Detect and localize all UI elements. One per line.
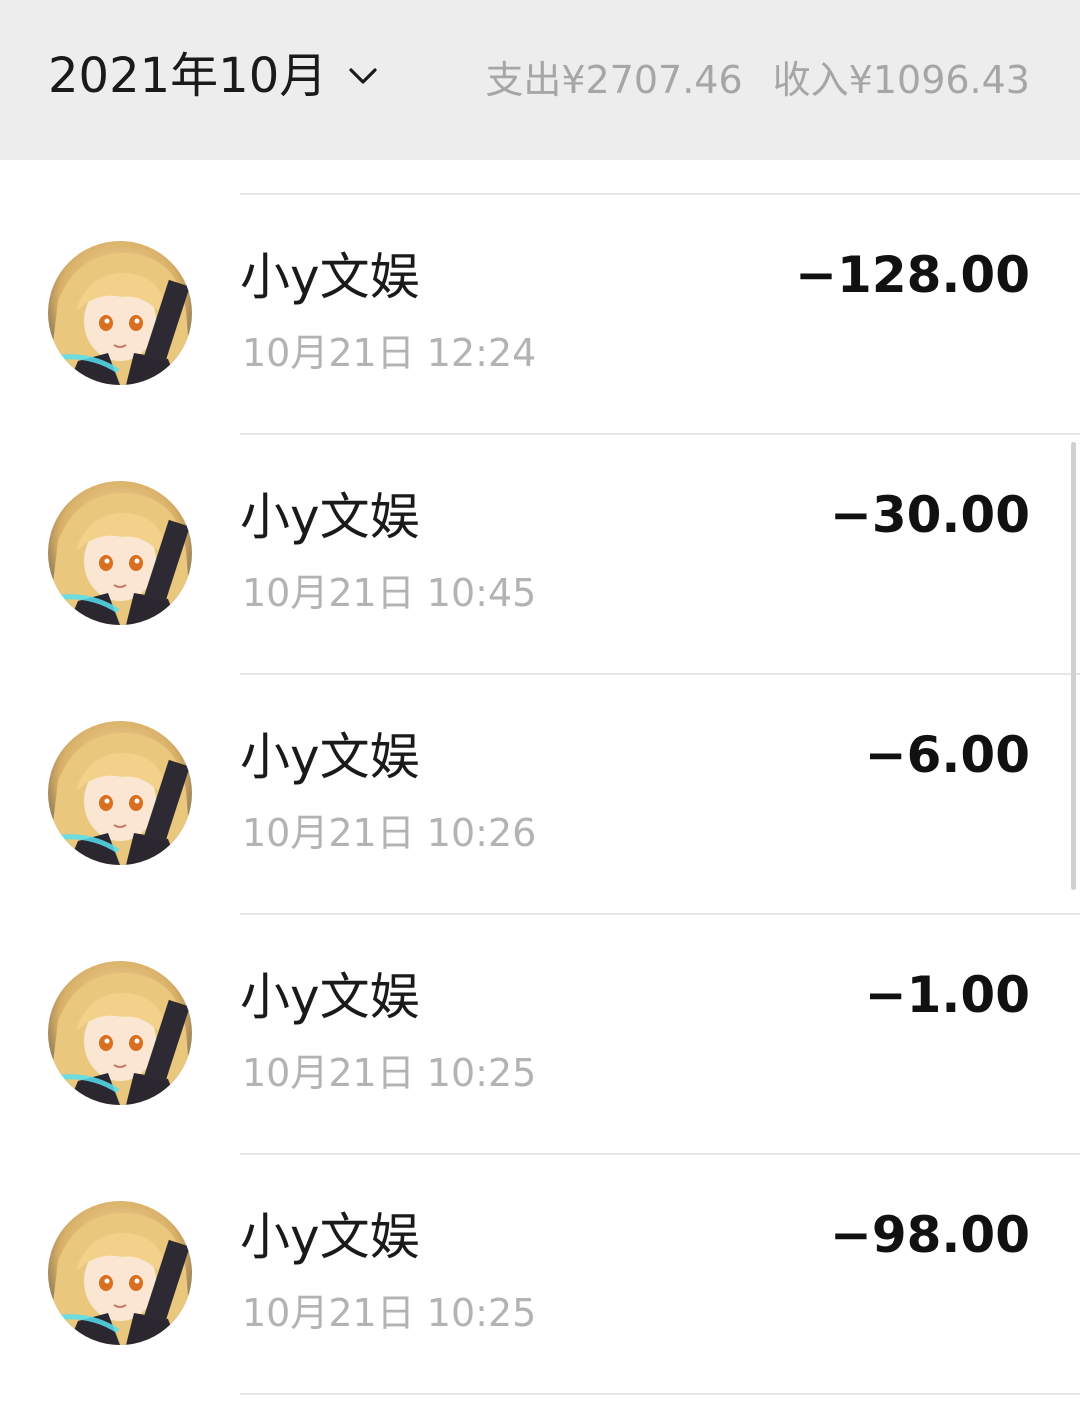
avatar <box>48 1201 192 1345</box>
transaction-amount: −1.00 <box>864 966 1030 1024</box>
transaction-time: 10月21日 12:24 <box>242 331 537 375</box>
month-selector[interactable]: 2021年10月 <box>48 38 381 114</box>
expense-total: 支出¥2707.46 <box>485 57 743 102</box>
transaction-row[interactable]: 小y文娱 10月21日 10:26 −6.00 <box>0 675 1080 915</box>
transaction-amount: −30.00 <box>829 486 1030 544</box>
merchant-name: 小y文娱 <box>240 488 420 546</box>
month-summary: 支出¥2707.46 收入¥1096.43 <box>485 38 1030 114</box>
bill-header: 2021年10月 支出¥2707.46 收入¥1096.43 <box>0 0 1080 160</box>
row-divider <box>240 1393 1080 1395</box>
avatar <box>48 721 192 865</box>
transaction-row[interactable]: 小y文娱 10月21日 10:45 −30.00 <box>0 435 1080 675</box>
avatar <box>48 961 192 1105</box>
merchant-name: 小y文娱 <box>240 728 420 786</box>
transaction-amount: −128.00 <box>795 246 1030 304</box>
transaction-time: 10月21日 10:25 <box>242 1291 537 1335</box>
transaction-amount: −6.00 <box>864 726 1030 784</box>
avatar <box>48 481 192 625</box>
merchant-name: 小y文娱 <box>240 248 420 306</box>
transaction-row[interactable]: 小y文娱 10月21日 10:25 −1.00 <box>0 915 1080 1155</box>
transaction-amount: −98.00 <box>829 1206 1030 1264</box>
scrollbar[interactable] <box>1071 442 1076 890</box>
income-total: 收入¥1096.43 <box>772 57 1030 102</box>
transaction-time: 10月21日 10:25 <box>242 1051 537 1095</box>
transaction-time: 10月21日 10:45 <box>242 571 537 615</box>
transaction-row[interactable]: 小y文娱 10月21日 12:24 −128.00 <box>0 195 1080 435</box>
avatar <box>48 241 192 385</box>
month-label: 2021年10月 <box>48 48 328 104</box>
merchant-name: 小y文娱 <box>240 1208 420 1266</box>
transaction-row[interactable]: 小y文娱 10月21日 10:25 −98.00 <box>0 1155 1080 1395</box>
merchant-name: 小y文娱 <box>240 968 420 1026</box>
transaction-time: 10月21日 10:26 <box>242 811 537 855</box>
chevron-down-icon <box>345 58 381 94</box>
